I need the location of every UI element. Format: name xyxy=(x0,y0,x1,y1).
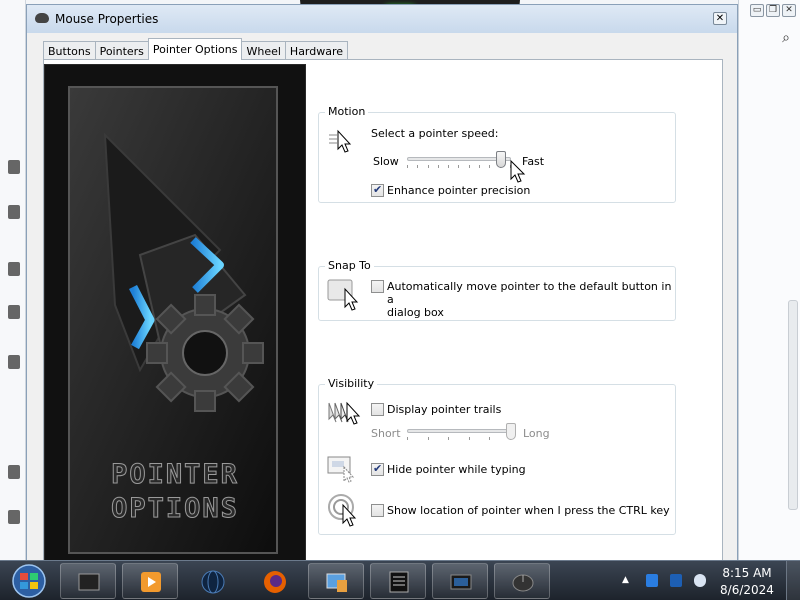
media-player-icon xyxy=(141,572,161,592)
network-icon[interactable] xyxy=(646,574,658,587)
ctrl-location-icon xyxy=(328,494,357,527)
snap-to-label-line-2: dialog box xyxy=(387,306,444,319)
snap-to-group: Snap To Automatically move pointer to th… xyxy=(318,259,676,321)
pointer-options-artwork: POINTER OPTIONS xyxy=(44,64,306,562)
title-bar[interactable]: Mouse Properties ✕ xyxy=(27,5,737,33)
pointer-trails-icon xyxy=(328,401,361,425)
snap-to-label[interactable]: Automatically move pointer to the defaul… xyxy=(387,280,675,319)
slider-ticks xyxy=(407,165,511,168)
background-left-strip xyxy=(0,0,26,560)
control-panel-icon xyxy=(326,573,347,592)
long-label: Long xyxy=(523,427,550,440)
hide-pointer-icon xyxy=(327,456,355,483)
slider-thumb[interactable] xyxy=(495,151,506,168)
taskbar-item-mouse-app[interactable] xyxy=(494,563,550,599)
scrollbar[interactable] xyxy=(788,300,798,510)
enhance-precision-checkbox[interactable] xyxy=(371,183,384,197)
snap-to-title: Snap To xyxy=(325,259,374,272)
background-window-controls: ▭ ❐ ✕ xyxy=(750,4,796,17)
visibility-group: Visibility Display pointer trails Short … xyxy=(318,377,676,535)
pointer-options-panel: POINTER OPTIONS Motion Select a pointer … xyxy=(43,59,723,562)
taskbar-item-display-app[interactable] xyxy=(432,563,488,599)
volume-icon[interactable] xyxy=(694,574,706,587)
background-icon xyxy=(8,465,20,479)
show-hidden-icons-button[interactable]: ▲ xyxy=(622,575,629,585)
show-desktop-button[interactable] xyxy=(786,561,800,600)
mouse-cursor-icon xyxy=(510,160,526,183)
restore-button[interactable]: ❐ xyxy=(766,4,780,17)
tab-hardware[interactable]: Hardware xyxy=(284,41,349,60)
taskbar-item-firefox[interactable] xyxy=(246,563,302,599)
short-label: Short xyxy=(371,427,401,440)
pointer-trails-checkbox[interactable] xyxy=(371,403,384,416)
search-icon[interactable]: ⌕ xyxy=(782,30,790,46)
artwork-line-1: POINTER xyxy=(111,459,239,490)
gadget-icon xyxy=(78,573,100,591)
pointer-trails-label[interactable]: Display pointer trails xyxy=(387,403,501,416)
display-icon xyxy=(450,574,472,590)
slider-track xyxy=(407,429,511,433)
snap-to-icon xyxy=(327,279,359,311)
artwork-line-2: OPTIONS xyxy=(111,493,239,524)
trail-length-slider[interactable] xyxy=(407,423,516,443)
gaming-mouse-icon xyxy=(512,574,534,592)
background-icon xyxy=(8,510,20,524)
dialog-title: Mouse Properties xyxy=(55,12,159,26)
clock-date[interactable]: 8/6/2024 xyxy=(718,583,776,597)
tab-pointer-options[interactable]: Pointer Options xyxy=(147,38,243,60)
mouse-icon xyxy=(35,13,49,23)
taskbar-item-globe[interactable] xyxy=(184,563,240,599)
taskbar: ▲ 8:15 AM 8/6/2024 xyxy=(0,560,800,600)
globe-icon xyxy=(201,570,225,594)
monitor-icon[interactable] xyxy=(670,574,682,587)
ctrl-location-checkbox[interactable] xyxy=(371,504,384,517)
system-tray: ▲ 8:15 AM 8/6/2024 xyxy=(618,561,800,600)
close-button[interactable]: ✕ xyxy=(713,12,727,25)
clock-time[interactable]: 8:15 AM xyxy=(722,566,772,580)
snap-to-label-line-1: Automatically move pointer to the defaul… xyxy=(387,280,672,306)
snap-to-checkbox[interactable] xyxy=(371,280,384,293)
hide-while-typing-checkbox[interactable] xyxy=(371,462,384,476)
document-icon xyxy=(389,571,409,593)
background-icon xyxy=(8,205,20,219)
slider-thumb[interactable] xyxy=(506,423,516,440)
minimize-button[interactable]: ▭ xyxy=(750,4,764,17)
motion-title: Motion xyxy=(325,105,369,118)
background-close-button[interactable]: ✕ xyxy=(782,4,796,17)
start-button[interactable] xyxy=(4,563,54,599)
hide-while-typing-label[interactable]: Hide pointer while typing xyxy=(387,463,526,476)
ctrl-location-label[interactable]: Show location of pointer when I press th… xyxy=(387,504,670,517)
background-right-pane: ▭ ❐ ✕ ⌕ xyxy=(738,0,800,560)
pointer-speed-slider[interactable] xyxy=(407,151,511,171)
tab-pointers[interactable]: Pointers xyxy=(94,41,149,60)
taskbar-item-media-player[interactable] xyxy=(122,563,178,599)
background-icon xyxy=(8,160,20,174)
taskbar-item-control-panel[interactable] xyxy=(308,563,364,599)
background-icon xyxy=(8,355,20,369)
taskbar-item-desktop-gadget[interactable] xyxy=(60,563,116,599)
background-icon xyxy=(8,262,20,276)
tab-strip: Buttons Pointers Pointer Options Wheel H… xyxy=(43,38,349,60)
motion-group: Motion Select a pointer speed: Slow Fast… xyxy=(318,105,676,203)
background-icon xyxy=(8,305,20,319)
pointer-speed-icon xyxy=(329,129,352,153)
tab-wheel[interactable]: Wheel xyxy=(241,41,286,60)
firefox-icon xyxy=(264,571,286,593)
mouse-properties-dialog: Mouse Properties ✕ Buttons Pointers Poin… xyxy=(26,4,738,562)
slow-label: Slow xyxy=(373,155,399,168)
enhance-precision-label[interactable]: Enhance pointer precision xyxy=(387,184,530,197)
tab-buttons[interactable]: Buttons xyxy=(43,41,96,60)
pointer-speed-label: Select a pointer speed: xyxy=(371,127,499,140)
visibility-title: Visibility xyxy=(325,377,378,390)
slider-ticks xyxy=(407,437,511,440)
taskbar-item-text-document[interactable] xyxy=(370,563,426,599)
